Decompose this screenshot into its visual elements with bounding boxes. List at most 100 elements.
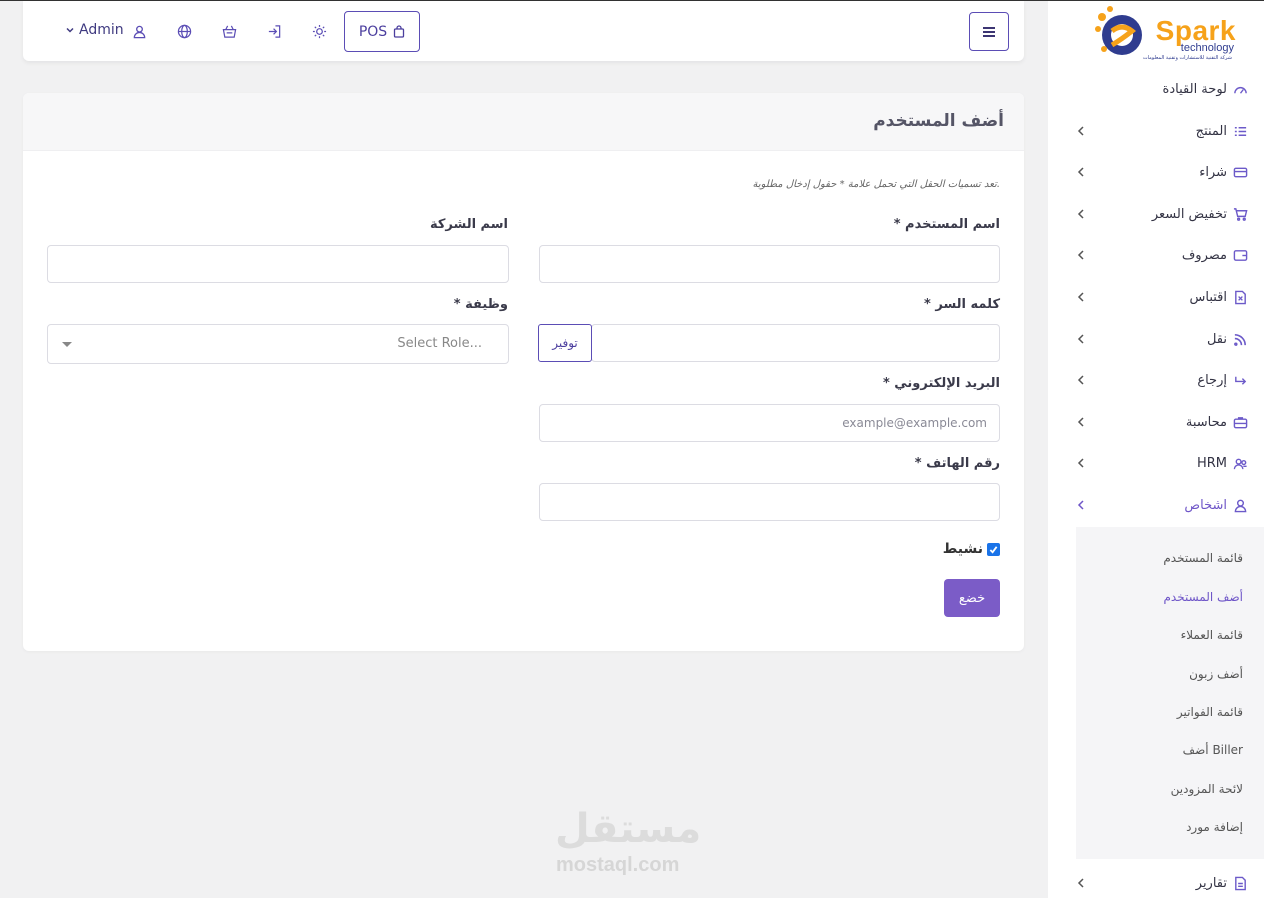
username-label: اسم المستخدم *	[893, 217, 1000, 232]
company-label: اسم الشركة	[429, 217, 508, 232]
brand-sub: technology	[1180, 42, 1234, 54]
add-user-card: أضف المستخدم تعد تسميات الحقل التي تحمل …	[23, 93, 1024, 651]
user-icon[interactable]	[131, 23, 147, 39]
user-icon	[1232, 497, 1248, 513]
generate-password-button[interactable]: توفير	[538, 324, 592, 362]
watermark-latin: mostaql.com	[556, 854, 680, 876]
sidebar-item-quotation[interactable]: اقتباس	[1048, 279, 1264, 315]
shopping-bag-icon	[394, 25, 405, 38]
sidebar-item-return[interactable]: إرجاع	[1048, 362, 1264, 398]
submenu-item-user-list[interactable]: قائمة المستخدم	[1163, 551, 1243, 565]
top-bar: Admin POS	[23, 1, 1024, 61]
sidebar-item-label: إرجاع	[1197, 372, 1227, 388]
chevron-left-icon	[1077, 126, 1084, 136]
submenu-item-add-supplier[interactable]: إضافة مورد	[1186, 820, 1243, 834]
sidebar-item-label: اقتباس	[1189, 289, 1227, 305]
chevron-left-icon	[1077, 375, 1084, 385]
sidebar-item-hrm[interactable]: HRM	[1048, 445, 1264, 481]
chevron-left-icon	[1077, 500, 1084, 510]
list-icon	[1232, 123, 1248, 139]
chevron-left-icon	[1077, 417, 1084, 427]
sidebar-item-label: تخفيض السعر	[1151, 206, 1227, 222]
watermark-arabic: مستقل	[555, 806, 702, 852]
role-select[interactable]: Select Role...	[47, 324, 509, 364]
sidebar-item-label: مصروف	[1181, 247, 1227, 263]
sidebar-item-expense[interactable]: مصروف	[1048, 237, 1264, 273]
checkmark-icon	[989, 545, 998, 554]
sidebar: Spark technology شركة التقنية للاستشارات…	[1048, 1, 1264, 898]
basket-icon[interactable]	[221, 23, 237, 39]
sidebar-item-reports[interactable]: تقارير	[1048, 865, 1264, 898]
admin-menu[interactable]: Admin	[65, 22, 124, 38]
brand-tagline: شركة التقنية للاستشارات وتقنية المعلومات	[1142, 55, 1232, 61]
email-label: البريد الإلكتروني *	[882, 376, 1000, 391]
briefcase-icon	[1232, 414, 1248, 430]
sidebar-item-sale[interactable]: تخفيض السعر	[1048, 196, 1264, 232]
wallet-icon	[1232, 247, 1248, 263]
sidebar-item-label: شراء	[1199, 164, 1227, 180]
submit-button[interactable]: خضع	[944, 579, 1000, 617]
card-header: أضف المستخدم	[23, 93, 1024, 151]
company-input[interactable]	[47, 245, 509, 283]
menu-toggle-button[interactable]	[969, 12, 1009, 51]
sidebar-item-label: المنتج	[1195, 123, 1227, 139]
sidebar-item-label: لوحة القيادة	[1162, 81, 1227, 97]
active-checkbox[interactable]	[987, 542, 1000, 556]
sidebar-item-purchase[interactable]: شراء	[1048, 154, 1264, 190]
role-select-value: Select Role...	[397, 336, 482, 351]
required-fields-note: تعد تسميات الحقل التي تحمل علامة * حقول …	[752, 179, 1000, 190]
sun-icon[interactable]	[311, 23, 327, 39]
sidebar-item-label: نقل	[1206, 331, 1227, 347]
submenu-item-supplier-list[interactable]: لائحة المزودين	[1171, 782, 1243, 796]
phone-input[interactable]	[539, 483, 1000, 521]
globe-icon[interactable]	[176, 23, 192, 39]
chevron-left-icon	[1077, 292, 1084, 302]
users-icon	[1232, 455, 1248, 471]
active-label: نشيط	[942, 541, 983, 557]
sidebar-item-product[interactable]: المنتج	[1048, 113, 1264, 149]
submenu-item-add-customer[interactable]: أضف زبون	[1189, 667, 1243, 681]
chevron-left-icon	[1077, 458, 1084, 468]
rss-icon	[1232, 331, 1248, 347]
cart-icon	[1232, 206, 1248, 222]
submenu-item-add-user[interactable]: أضف المستخدم	[1164, 590, 1244, 604]
phone-label: رقم الهاتف *	[914, 456, 1000, 471]
submenu-item-biller-list[interactable]: قائمة الفواتير	[1177, 705, 1243, 719]
username-input[interactable]	[539, 245, 1000, 283]
brand-logo[interactable]: Spark technology شركة التقنية للاستشارات…	[1090, 1, 1250, 67]
dashboard-icon	[1232, 81, 1248, 97]
chevron-left-icon	[1077, 167, 1084, 177]
caret-down-icon	[62, 342, 72, 347]
report-icon	[1232, 875, 1248, 891]
sidebar-item-people[interactable]: اشخاص	[1048, 487, 1264, 523]
email-input[interactable]	[539, 404, 1000, 442]
chevron-down-icon	[66, 27, 74, 33]
admin-label: Admin	[79, 22, 124, 38]
chevron-left-icon	[1077, 334, 1084, 344]
pos-label: POS	[358, 23, 388, 40]
document-icon	[1232, 289, 1248, 305]
people-submenu: قائمة المستخدم أضف المستخدم قائمة العملا…	[1076, 527, 1264, 859]
chevron-left-icon	[1077, 250, 1084, 260]
chevron-left-icon	[1077, 209, 1084, 219]
chevron-left-icon	[1077, 878, 1084, 888]
submenu-item-customer-list[interactable]: قائمة العملاء	[1181, 628, 1243, 642]
sidebar-item-label: تقارير	[1195, 875, 1227, 891]
password-input[interactable]	[591, 324, 1000, 362]
sidebar-item-label: اشخاص	[1184, 497, 1227, 513]
role-label: وظيفة *	[453, 297, 508, 312]
sidebar-item-transfer[interactable]: نقل	[1048, 321, 1264, 357]
sidebar-item-label: محاسبة	[1185, 414, 1227, 430]
page-title: أضف المستخدم	[873, 111, 1004, 131]
card-icon	[1232, 164, 1248, 180]
active-toggle[interactable]: نشيط	[943, 541, 1000, 557]
sidebar-item-label: HRM	[1196, 455, 1227, 471]
submenu-item-add-biller[interactable]: أضف Biller	[1183, 743, 1243, 757]
login-icon[interactable]	[266, 23, 282, 39]
sidebar-item-accounting[interactable]: محاسبة	[1048, 404, 1264, 440]
sidebar-item-dashboard[interactable]: لوحة القيادة	[1048, 71, 1264, 107]
return-icon	[1232, 372, 1248, 388]
hamburger-icon	[983, 26, 995, 37]
pos-button[interactable]: POS	[344, 11, 420, 52]
password-label: كلمه السر *	[924, 297, 1000, 312]
